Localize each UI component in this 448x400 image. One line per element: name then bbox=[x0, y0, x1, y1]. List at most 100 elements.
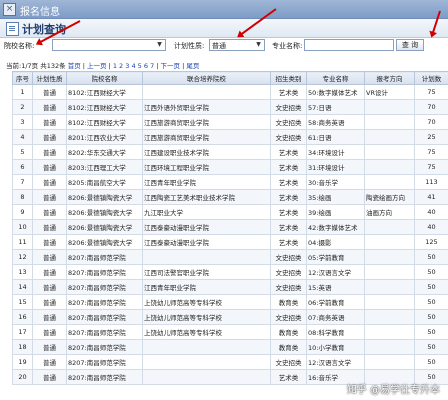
table-cell: 普通 bbox=[32, 234, 67, 250]
table-cell: 41 bbox=[414, 189, 448, 205]
table-cell: 50 bbox=[414, 249, 448, 265]
table-cell bbox=[142, 84, 271, 100]
table-cell: 30:音乐学 bbox=[306, 174, 365, 190]
table-row[interactable]: 3 普通 8102:江西财经大学 江西旅游商贸职业学院 文史招类 58:商务英语 70 bbox=[12, 114, 448, 130]
table-row[interactable]: 14 普通 8207:南昌师范学院 江西青年职业学院 文史招类 15:英语 50 bbox=[12, 279, 448, 295]
pager-pages-link[interactable]: 1 2 3 4 5 6 7 bbox=[113, 62, 154, 70]
table-row[interactable]: 17 普通 8207:南昌师范学院 上饶幼儿师范高等专科学校 教育类 08:科学教育 50 bbox=[12, 324, 448, 340]
table-cell: 艺术类 bbox=[270, 219, 307, 235]
plan-type-label: 计划性质: bbox=[174, 42, 205, 50]
table-cell: 普通 bbox=[32, 99, 67, 115]
table-cell: 15:英语 bbox=[306, 279, 365, 295]
table-cell: 江西司法警官职业学院 bbox=[142, 264, 271, 280]
pager-next-link[interactable]: 下一页 bbox=[161, 62, 181, 70]
search-bar: 院校名称: ▼ 计划性质: 普通 ▼ 专业名称: 查 询 bbox=[0, 38, 448, 54]
school-label: 院校名称: bbox=[4, 42, 35, 50]
table-cell: 58:商务英语 bbox=[306, 114, 365, 130]
table-cell: 文史招类 bbox=[270, 129, 307, 145]
table-cell: 40 bbox=[414, 204, 448, 220]
table-cell: 8207:南昌师范学院 bbox=[66, 294, 143, 310]
table-cell bbox=[142, 369, 271, 385]
table-cell: 8207:南昌师范学院 bbox=[66, 309, 143, 325]
pager-first-link[interactable]: 首页 bbox=[68, 62, 81, 70]
table-row[interactable]: 8 普通 8206:景德镇陶瓷大学 江西陶瓷工艺美术职业技术学院 艺术类 35:绘画 陶瓷绘… bbox=[12, 189, 448, 205]
table-cell: 50:数字媒体艺术 bbox=[306, 84, 365, 100]
table-cell: 16 bbox=[12, 309, 33, 325]
table-cell: 文史招类 bbox=[270, 114, 307, 130]
chevron-down-icon: ▼ bbox=[256, 41, 261, 48]
table-cell bbox=[364, 294, 415, 310]
close-icon[interactable]: × bbox=[3, 3, 16, 16]
query-button[interactable]: 查 询 bbox=[396, 39, 424, 51]
table-row[interactable]: 7 普通 8205:南昌航空大学 江西青年职业学院 艺术类 30:音乐学 113 bbox=[12, 174, 448, 190]
table-cell: 艺术类 bbox=[270, 369, 307, 385]
table-cell bbox=[364, 219, 415, 235]
table-cell: 12:汉语言文学 bbox=[306, 264, 365, 280]
table-cell: 艺术类 bbox=[270, 84, 307, 100]
table-cell: 江西旅游商贸职业学院 bbox=[142, 114, 271, 130]
table-cell: 20 bbox=[12, 369, 33, 385]
plan-type-select[interactable]: 普通 ▼ bbox=[209, 39, 265, 51]
table-cell: 50 bbox=[414, 309, 448, 325]
table-cell: 70 bbox=[414, 99, 448, 115]
table-cell: 50 bbox=[414, 279, 448, 295]
table-cell bbox=[364, 339, 415, 355]
table-row[interactable]: 5 普通 8202:华东交通大学 江西建设职业技术学院 艺术类 34:环境设计 75 bbox=[12, 144, 448, 160]
table-row[interactable]: 12 普通 8207:南昌师范学院 文史招类 05:学前教育 50 bbox=[12, 249, 448, 265]
table-cell: 普通 bbox=[32, 159, 67, 175]
table-cell: 75 bbox=[414, 159, 448, 175]
table-row[interactable]: 1 普通 8102:江西财经大学 艺术类 50:数字媒体艺术 VR设计 75 bbox=[12, 84, 448, 100]
table-cell bbox=[364, 249, 415, 265]
table-cell: 50 bbox=[414, 294, 448, 310]
table-cell: 113 bbox=[414, 174, 448, 190]
table-row[interactable]: 13 普通 8207:南昌师范学院 江西司法警官职业学院 文史招类 12:汉语言文学 50 bbox=[12, 264, 448, 280]
column-header: 联合培养院校 bbox=[142, 71, 271, 85]
table-row[interactable]: 15 普通 8207:南昌师范学院 上饶幼儿师范高等专科学校 教育类 06:学前教育 50 bbox=[12, 294, 448, 310]
table-cell: 8206:景德镇陶瓷大学 bbox=[66, 234, 143, 250]
plan-table: 序号 计划性质 院校名称 联合培养院校 招生类别 专业名称 报考方向 计划数 1 普通 8102:… bbox=[12, 71, 448, 385]
column-header: 计划数 bbox=[414, 71, 448, 85]
section-title: 计划查询 bbox=[22, 23, 66, 36]
table-row[interactable]: 19 普通 8207:南昌师范学院 文史招类 12:汉语言文学 50 bbox=[12, 354, 448, 370]
table-row[interactable]: 11 普通 8206:景德镇陶瓷大学 江西泰豪动漫职业学院 艺术类 04:摄影 125 bbox=[12, 234, 448, 250]
table-cell: 江西泰豪动漫职业学院 bbox=[142, 234, 271, 250]
table-cell: 10 bbox=[12, 219, 33, 235]
table-cell: 8201:江西农业大学 bbox=[66, 129, 143, 145]
table-cell: 5 bbox=[12, 144, 33, 160]
major-input[interactable] bbox=[304, 39, 394, 51]
pager-prev-link[interactable]: 上一页 bbox=[87, 62, 107, 70]
table-cell: 4 bbox=[12, 129, 33, 145]
table-row[interactable]: 10 普通 8206:景德镇陶瓷大学 江西泰豪动漫职业学院 艺术类 42:数字媒体艺术 40 bbox=[12, 219, 448, 235]
table-cell: 普通 bbox=[32, 84, 67, 100]
table-cell: 8206:景德镇陶瓷大学 bbox=[66, 204, 143, 220]
table-cell bbox=[364, 159, 415, 175]
table-cell: 07:商务英语 bbox=[306, 309, 365, 325]
table-cell: 34:环境设计 bbox=[306, 144, 365, 160]
column-header: 序号 bbox=[12, 71, 33, 85]
table-row[interactable]: 4 普通 8201:江西农业大学 江西旅游商贸职业学院 文史招类 61:日语 25 bbox=[12, 129, 448, 145]
school-select[interactable]: ▼ bbox=[52, 39, 166, 51]
table-row[interactable]: 16 普通 8207:南昌师范学院 上饶幼儿师范高等专科学校 文史招类 07:商务英语 50 bbox=[12, 309, 448, 325]
table-cell: 57:日语 bbox=[306, 99, 365, 115]
table-cell: 125 bbox=[414, 234, 448, 250]
table-cell: 75 bbox=[414, 144, 448, 160]
pager-last-link[interactable]: 尾页 bbox=[186, 62, 199, 70]
column-header: 报考方向 bbox=[364, 71, 415, 85]
table-cell: 江西陶瓷工艺美术职业技术学院 bbox=[142, 189, 271, 205]
table-cell: 12:汉语言文学 bbox=[306, 354, 365, 370]
table-cell: 普通 bbox=[32, 369, 67, 385]
table-cell: 普通 bbox=[32, 294, 67, 310]
table-row[interactable]: 18 普通 8207:南昌师范学院 教育类 10:小学教育 50 bbox=[12, 339, 448, 355]
table-cell: 8207:南昌师范学院 bbox=[66, 264, 143, 280]
table-cell: 江西泰豪动漫职业学院 bbox=[142, 219, 271, 235]
table-row[interactable]: 9 普通 8206:景德镇陶瓷大学 九江职业大学 艺术类 39:绘画 油画方向 40 bbox=[12, 204, 448, 220]
table-cell: 8102:江西财经大学 bbox=[66, 99, 143, 115]
table-row[interactable]: 2 普通 8102:江西财经大学 江西外语外贸职业学院 文史招类 57:日语 70 bbox=[12, 99, 448, 115]
table-row[interactable]: 6 普通 8203:江西理工大学 江西环境工程职业学院 艺术类 31:环境设计 75 bbox=[12, 159, 448, 175]
table-cell: 普通 bbox=[32, 339, 67, 355]
table-cell: 50 bbox=[414, 339, 448, 355]
table-cell bbox=[364, 264, 415, 280]
table-cell: 61:日语 bbox=[306, 129, 365, 145]
table-cell: 艺术类 bbox=[270, 174, 307, 190]
table-cell: 艺术类 bbox=[270, 204, 307, 220]
